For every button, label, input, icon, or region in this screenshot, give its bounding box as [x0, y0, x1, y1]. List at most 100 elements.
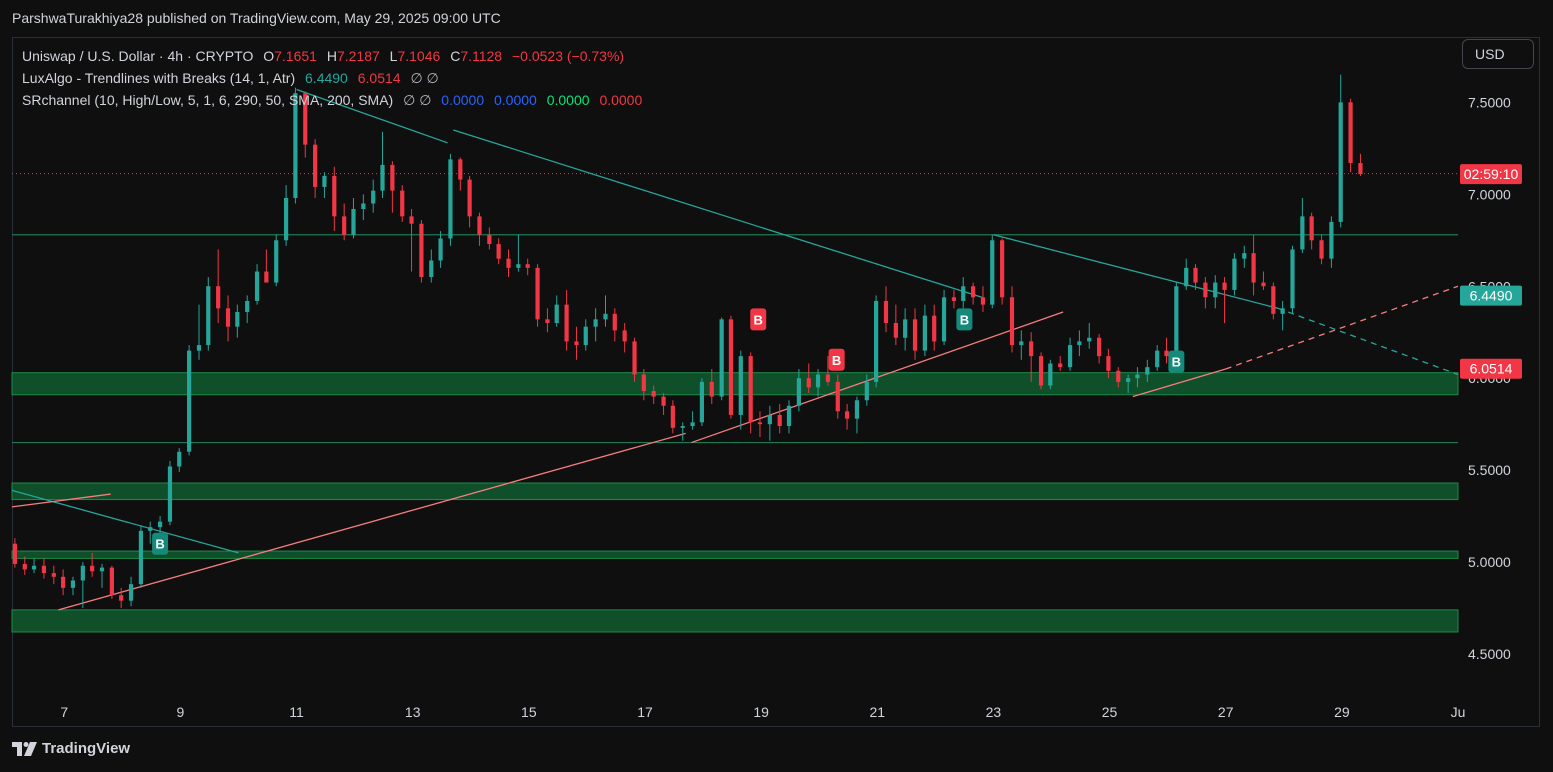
candle-body-111: [1087, 337, 1092, 342]
candle-body-16: [167, 466, 173, 522]
candle-body-4: [51, 573, 56, 577]
high-value: 7.2187: [336, 48, 380, 64]
candle-body-69: [680, 426, 685, 428]
x-tick-label-11: 29: [1334, 704, 1350, 720]
candle-body-98: [961, 286, 966, 301]
x-tick-label-8: 23: [986, 704, 1002, 720]
candle-body-110: [1077, 341, 1082, 346]
candle-body-12: [128, 584, 134, 601]
candle-body-15: [157, 521, 163, 528]
candle-body-80: [786, 405, 792, 427]
candle-body-74: [728, 319, 734, 415]
candle-body-24: [245, 300, 250, 312]
candle-body-25: [254, 271, 260, 301]
candle-body-35: [351, 209, 356, 235]
candle-body-64: [632, 341, 637, 375]
candle-body-104: [1019, 341, 1024, 346]
break-signal-label-4: B: [1172, 355, 1181, 370]
candle-body-139: [1358, 163, 1363, 175]
candle-body-99: [970, 286, 976, 298]
candle-body-88: [864, 381, 869, 401]
candlestick-chart[interactable]: BBBBB 4.50005.00005.50006.00006.50007.00…: [0, 0, 1553, 772]
x-tick-label-7: 21: [869, 704, 885, 720]
candle-body-116: [1135, 374, 1140, 379]
candle-body-119: [1164, 350, 1169, 357]
candle-body-73: [719, 319, 724, 397]
candle-body-96: [941, 297, 947, 342]
close-label: C: [450, 48, 461, 64]
break-signal-label-3: B: [960, 312, 969, 327]
x-tick-label-9: 25: [1102, 704, 1118, 720]
y-tick-label-2: 5.5000: [1468, 462, 1511, 478]
tradingview-logo[interactable]: TradingView: [12, 740, 130, 757]
price-label-text-0: 02:59:10: [1464, 166, 1519, 182]
candle-body-106: [1038, 356, 1044, 386]
sr-levels: [12, 173, 1458, 444]
candle-body-94: [922, 315, 927, 351]
candle-body-9: [99, 567, 105, 572]
candle-body-7: [80, 565, 85, 581]
candle-body-75: [738, 356, 743, 415]
candle-body-125: [1222, 282, 1227, 290]
sr-zone-0: [11, 372, 1459, 396]
candle-body-22: [225, 308, 231, 327]
x-tick-label-10: 27: [1218, 704, 1234, 720]
candle-body-0: [12, 543, 18, 564]
candle-body-136: [1329, 221, 1334, 259]
candle-body-18: [187, 350, 192, 452]
x-tick-label-4: 15: [521, 704, 537, 720]
candle-body-124: [1213, 282, 1218, 298]
legend-row-luxalgo[interactable]: LuxAlgo - Trendlines with Breaks (14, 1,…: [22, 67, 642, 89]
candle-body-68: [670, 405, 675, 428]
candle-body-41: [409, 216, 414, 224]
candle-body-93: [912, 319, 918, 351]
sr-zone-3: [11, 609, 1459, 633]
candle-body-55: [545, 319, 550, 324]
candle-body-40: [400, 190, 405, 217]
candle-body-42: [419, 223, 424, 278]
x-tick-label-6: 19: [753, 704, 769, 720]
candle-body-101: [990, 240, 995, 305]
legend-row-symbol[interactable]: Uniswap / U.S. Dollar · 4h · CRYPTO O7.1…: [22, 45, 642, 67]
candle-body-33: [332, 175, 337, 217]
symbol-title: Uniswap / U.S. Dollar · 4h · CRYPTO: [22, 48, 254, 64]
candle-body-113: [1106, 356, 1111, 371]
candle-body-20: [206, 286, 211, 346]
luxalgo-na-values: ∅ ∅: [410, 70, 439, 86]
candle-body-60: [593, 319, 598, 327]
candle-body-57: [564, 304, 569, 342]
candle-body-126: [1232, 258, 1237, 290]
candle-body-8: [90, 565, 95, 572]
candle-body-87: [854, 400, 860, 419]
candle-body-1: [22, 563, 27, 570]
candle-body-128: [1251, 253, 1256, 283]
candle-body-5: [61, 576, 66, 588]
candle-body-108: [1058, 363, 1063, 368]
candle-body-2: [31, 565, 37, 570]
srchannel-value-3: 0.0000: [546, 92, 590, 108]
candle-body-79: [777, 414, 782, 427]
candle-body-23: [235, 311, 240, 327]
candle-body-138: [1348, 102, 1353, 164]
candle-body-85: [835, 381, 840, 412]
candle-body-131: [1280, 308, 1285, 314]
y-tick-label-5: 7.0000: [1468, 186, 1511, 202]
candle-body-49: [487, 234, 492, 244]
high-label: H: [326, 48, 337, 64]
candle-body-91: [893, 323, 898, 338]
candle-body-54: [535, 267, 540, 320]
candle-body-137: [1338, 102, 1343, 222]
x-tick-label-1: 9: [177, 704, 185, 720]
candle-body-134: [1309, 216, 1314, 241]
currency-button[interactable]: USD: [1462, 39, 1534, 69]
candle-body-121: [1184, 267, 1189, 287]
srchannel-value-4: 0.0000: [599, 92, 643, 108]
candle-body-72: [709, 381, 714, 397]
tradingview-logo-text: TradingView: [42, 740, 131, 757]
candle-body-67: [661, 396, 666, 406]
legend-row-srchannel[interactable]: SRchannel (10, High/Low, 5, 1, 6, 290, 5…: [22, 89, 642, 111]
candle-body-114: [1116, 370, 1121, 382]
candle-body-133: [1300, 216, 1305, 250]
candle-body-14: [148, 527, 153, 531]
trendline-1: [453, 129, 983, 298]
